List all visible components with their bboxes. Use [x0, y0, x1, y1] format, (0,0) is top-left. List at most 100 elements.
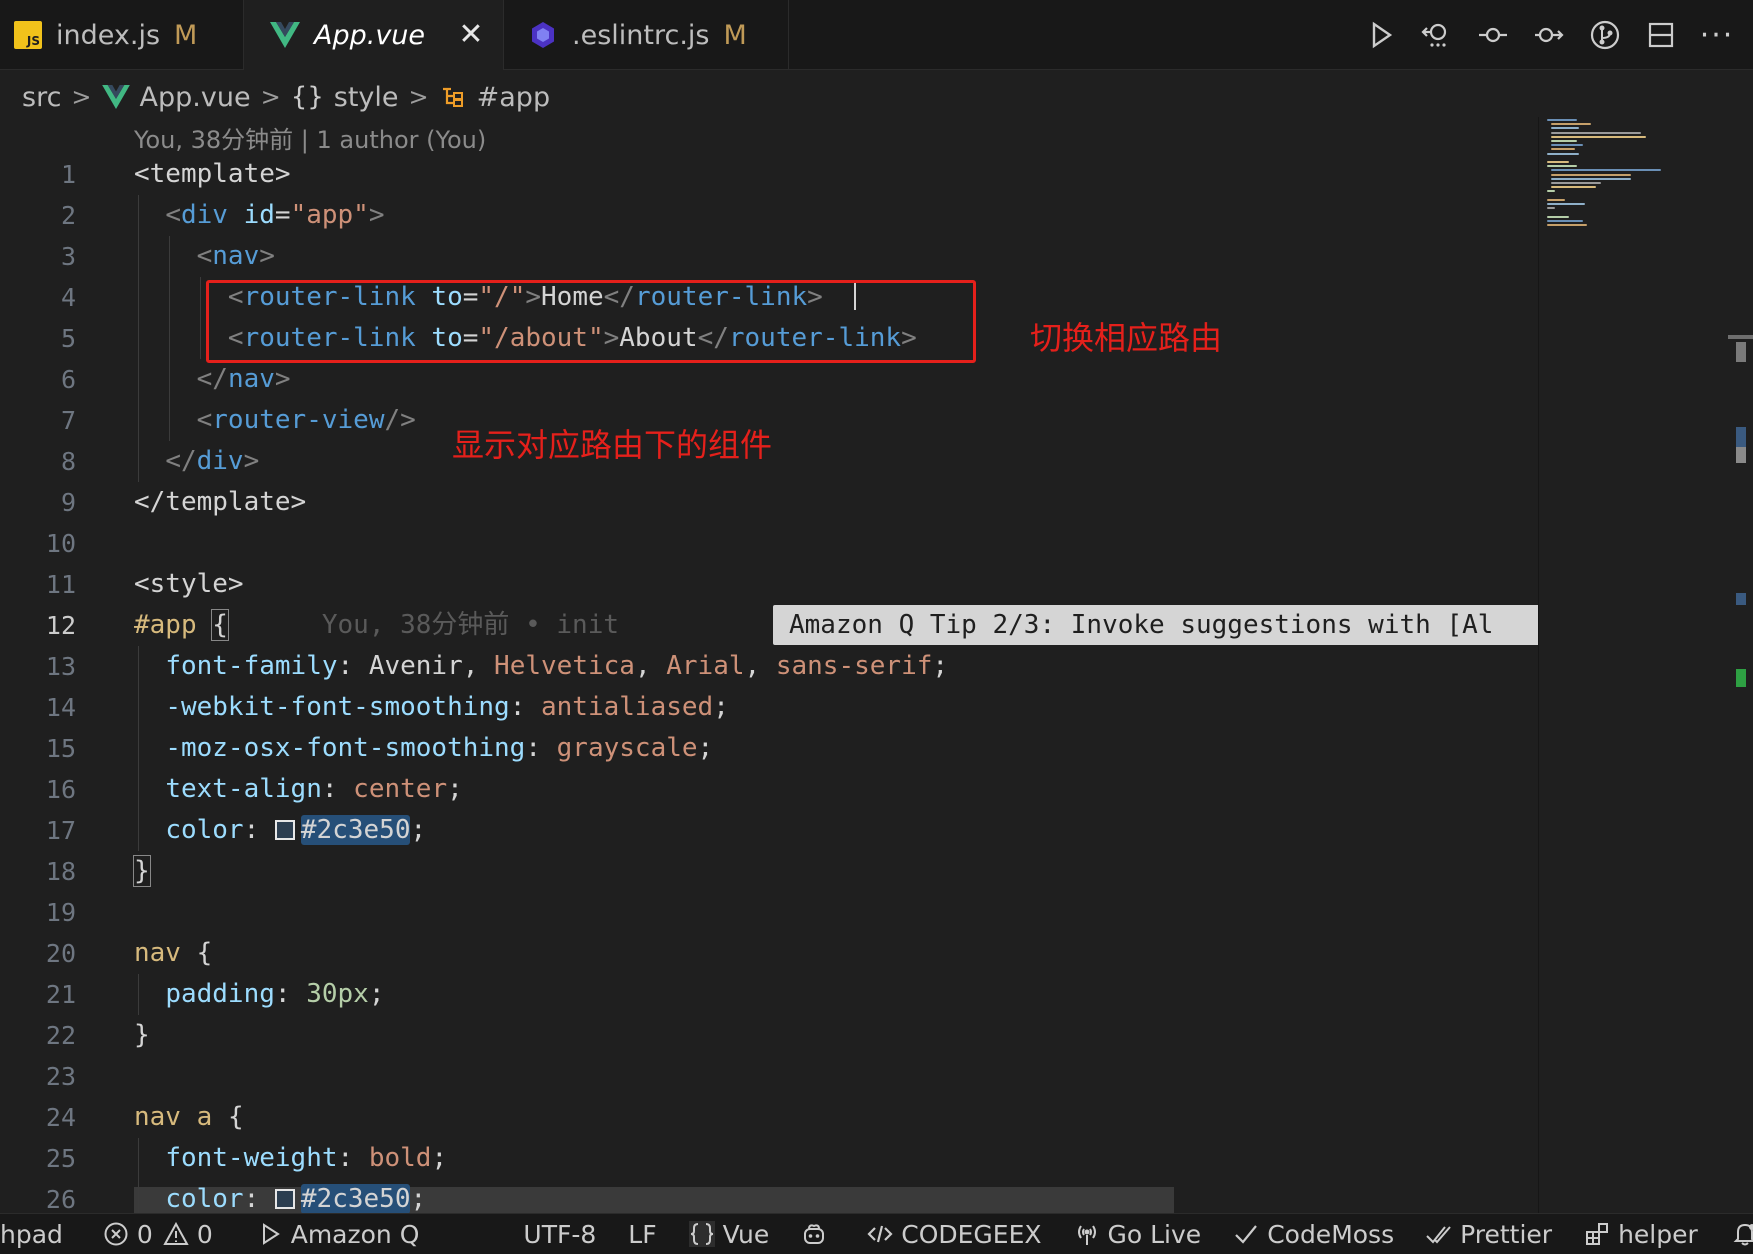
- line-number[interactable]: 24: [0, 1097, 100, 1138]
- minimap-line: [1547, 198, 1565, 201]
- line-number-gutter: 1 2 3 4 5 6 7 8 9 10 11 12 13 14 15 16 17 18 19 20 21 22 23 24 2…: [0, 154, 100, 1220]
- scrollbar-thumb[interactable]: [1736, 342, 1746, 362]
- line-number[interactable]: 20: [0, 933, 100, 974]
- amazon-q-tip[interactable]: Amazon Q Tip 2/3: Invoke suggestions wit…: [773, 605, 1538, 645]
- line-number[interactable]: 5: [0, 318, 100, 359]
- code-token: router-view: [212, 405, 385, 435]
- code-line: font-family: Avenir, Helvetica, Arial, s…: [134, 646, 1534, 687]
- code-token: color: [165, 815, 244, 845]
- statusbar-notifications[interactable]: [1722, 1214, 1753, 1254]
- minimap-line: [1547, 203, 1585, 205]
- breadcrumb-file[interactable]: App.vue: [140, 82, 251, 113]
- line-number[interactable]: 18: [0, 851, 100, 892]
- line-number[interactable]: 1: [0, 154, 100, 195]
- open-changes-button[interactable]: [1417, 15, 1457, 55]
- code-token: div: [180, 200, 228, 230]
- line-number[interactable]: 15: [0, 728, 100, 769]
- close-icon[interactable]: ✕: [453, 16, 489, 52]
- code-token: div: [196, 446, 244, 476]
- chevron-right-icon: >: [71, 83, 92, 111]
- statusbar-encoding[interactable]: UTF-8: [513, 1214, 606, 1254]
- code-line: <style>: [134, 564, 1534, 605]
- statusbar-prettier[interactable]: Prettier: [1416, 1214, 1562, 1254]
- statusbar-helper[interactable]: helper: [1574, 1214, 1708, 1254]
- line-number[interactable]: 19: [0, 892, 100, 933]
- breadcrumb-folder[interactable]: src: [22, 82, 61, 113]
- code-token: }: [133, 855, 151, 887]
- run-button[interactable]: [1361, 15, 1401, 55]
- scrollbar-line-marker: [1728, 335, 1753, 339]
- breadcrumb-block[interactable]: style: [334, 82, 399, 113]
- code-token: nav a: [134, 1102, 213, 1132]
- vue-file-icon: [101, 85, 130, 109]
- more-actions-icon[interactable]: ···: [1697, 15, 1737, 55]
- tab-index-js[interactable]: JS index.js M: [0, 0, 244, 70]
- inline-blame[interactable]: You, 38分钟前 • init: [322, 610, 619, 640]
- statusbar-amazon-q[interactable]: Amazon Q: [247, 1214, 430, 1254]
- statusbar-language[interactable]: Vue: [679, 1214, 780, 1254]
- breadcrumb-symbol[interactable]: #app: [477, 82, 550, 113]
- line-number[interactable]: 17: [0, 810, 100, 851]
- scrollbar-git-added-marker: [1736, 669, 1746, 687]
- color-swatch[interactable]: [274, 1189, 295, 1209]
- error-count: 0: [136, 1219, 153, 1249]
- line-number[interactable]: 6: [0, 359, 100, 400]
- vertical-scrollbar[interactable]: [1728, 117, 1753, 1213]
- line-number[interactable]: 4: [0, 277, 100, 318]
- minimap-line: [1547, 190, 1555, 193]
- go-live-label: Go Live: [1107, 1219, 1202, 1249]
- tab-eslintrc[interactable]: .eslintrc.js M: [504, 0, 789, 70]
- code-token: #app: [134, 610, 197, 640]
- minimap-line: [1547, 152, 1579, 155]
- line-number[interactable]: 21: [0, 974, 100, 1015]
- line-number[interactable]: 25: [0, 1138, 100, 1179]
- minimap-line: [1551, 131, 1641, 134]
- previous-change-button[interactable]: [1473, 15, 1513, 55]
- line-number[interactable]: 7: [0, 400, 100, 441]
- code-token: -moz-osx-font-smoothing: [165, 733, 526, 763]
- line-number[interactable]: 11: [0, 564, 100, 605]
- git-blame-header[interactable]: You, 38分钟前 | 1 author (You): [134, 120, 486, 155]
- statusbar-eol[interactable]: LF: [618, 1214, 666, 1254]
- statusbar-workspace[interactable]: hpad: [0, 1214, 73, 1254]
- line-number[interactable]: 2: [0, 195, 100, 236]
- statusbar-copilot[interactable]: [791, 1214, 845, 1254]
- statusbar-codemoss[interactable]: CodeMoss: [1223, 1214, 1404, 1254]
- line-number[interactable]: 3: [0, 236, 100, 277]
- line-number[interactable]: 13: [0, 646, 100, 687]
- split-editor-button[interactable]: [1641, 15, 1681, 55]
- code-line: }: [133, 851, 1534, 892]
- line-number[interactable]: 10: [0, 523, 100, 564]
- statusbar-codegeex[interactable]: CODEGEEX: [857, 1214, 1051, 1254]
- line-number[interactable]: 23: [0, 1056, 100, 1097]
- statusbar-go-live[interactable]: Go Live: [1064, 1214, 1212, 1254]
- minimap[interactable]: [1538, 117, 1728, 1213]
- source-control-graph-button[interactable]: [1585, 15, 1625, 55]
- code-token: {: [196, 938, 213, 968]
- line-number[interactable]: 12: [0, 605, 100, 646]
- line-number[interactable]: 14: [0, 687, 100, 728]
- line-number[interactable]: 22: [0, 1015, 100, 1056]
- editor-tab-bar: JS index.js M App.vue ✕ .eslintrc.js M ·…: [0, 0, 1753, 70]
- line-number[interactable]: 9: [0, 482, 100, 523]
- modified-indicator: M: [723, 19, 747, 51]
- next-change-button[interactable]: [1529, 15, 1569, 55]
- minimap-line: [1551, 140, 1577, 142]
- code-token: font-weight: [165, 1143, 338, 1173]
- breadcrumb: src > App.vue > {} style > #app: [0, 70, 1530, 124]
- color-swatch[interactable]: [274, 820, 295, 840]
- code-token: grayscale: [556, 733, 698, 763]
- line-number[interactable]: 8: [0, 441, 100, 482]
- tab-app-vue[interactable]: App.vue ✕: [244, 0, 504, 70]
- code-token: #2c3e50: [300, 1184, 411, 1214]
- chevron-right-icon: >: [408, 83, 429, 111]
- codemoss-label: CodeMoss: [1267, 1219, 1395, 1249]
- code-token: font-family: [165, 651, 338, 681]
- statusbar-problems[interactable]: 0 0: [93, 1214, 223, 1254]
- code-line: <div id="app">: [134, 195, 1534, 236]
- code-token: "app": [290, 200, 369, 230]
- line-number[interactable]: 16: [0, 769, 100, 810]
- broadcast-icon: [1077, 1225, 1096, 1245]
